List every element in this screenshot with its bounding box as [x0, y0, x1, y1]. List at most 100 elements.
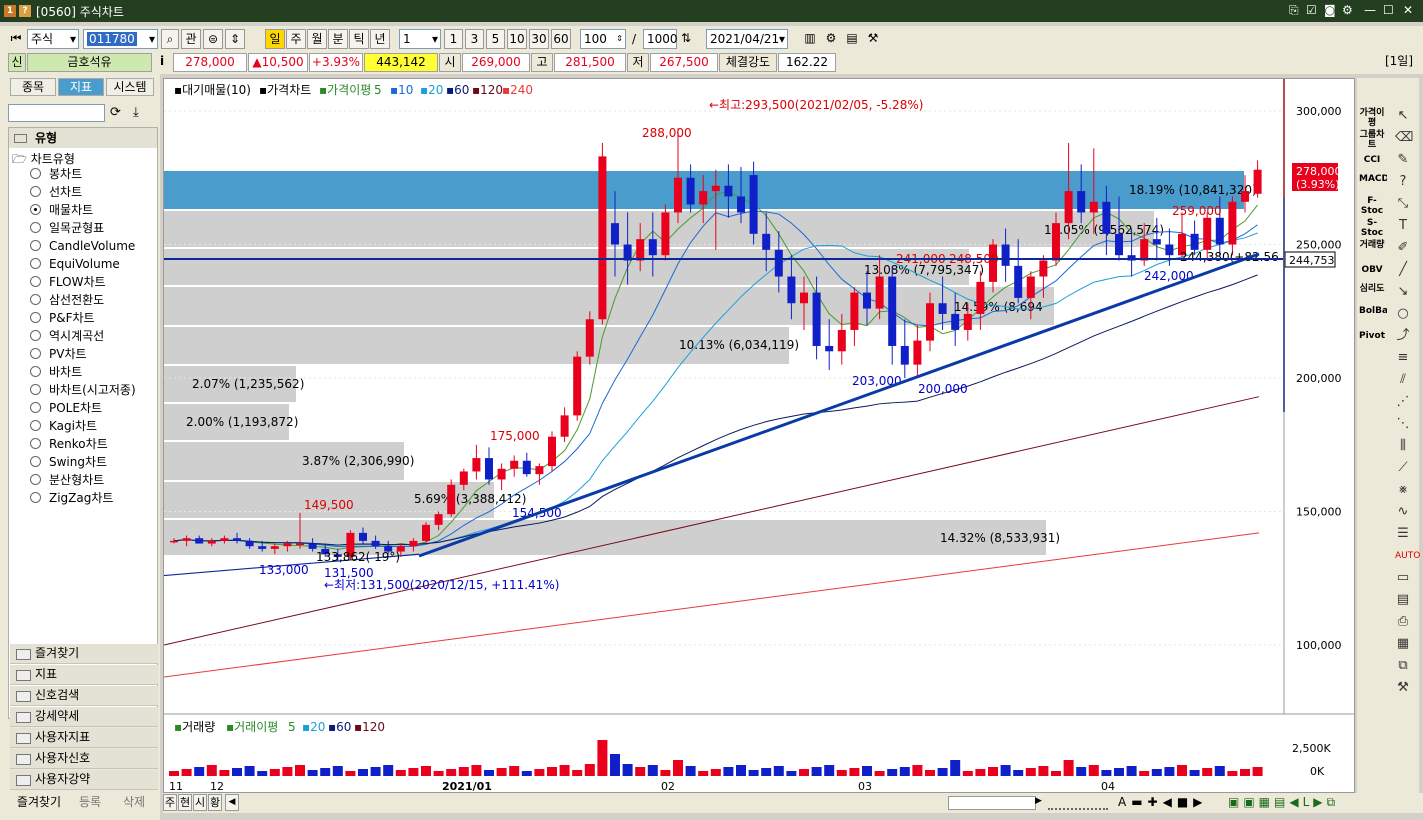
tab-stock[interactable]: 종목 [10, 78, 56, 96]
close-icon[interactable]: ✕ [1403, 3, 1413, 17]
group-indicator[interactable]: 지표 [10, 665, 158, 685]
candle-body[interactable] [661, 212, 670, 256]
candle-body[interactable] [976, 281, 985, 314]
candle-body[interactable] [510, 460, 519, 469]
gwan-button[interactable]: 관 [181, 29, 201, 49]
chart-type-9[interactable]: 역시계곡선 [30, 327, 104, 345]
line-icon[interactable]: ╱ [1395, 262, 1411, 278]
tab-system[interactable]: 시스템 [106, 78, 154, 96]
candle-body[interactable] [787, 276, 796, 304]
wave-icon[interactable]: ∿ [1395, 504, 1411, 520]
candle-body[interactable] [1026, 276, 1035, 298]
candle-body[interactable] [535, 466, 544, 475]
candle-body[interactable] [1001, 244, 1010, 266]
candle-body[interactable] [900, 345, 909, 365]
settings-icon[interactable]: ⚙ [822, 29, 840, 49]
pivot-button[interactable]: Pivot [1359, 331, 1385, 341]
spin-icon[interactable]: ⇕ [616, 30, 623, 48]
quadrant-icon[interactable]: ☰ [1395, 526, 1411, 542]
candle-body[interactable] [648, 239, 657, 256]
scroll-left-icon[interactable]: ◀ [225, 794, 239, 811]
candle-body[interactable] [686, 177, 695, 205]
group-user-strength[interactable]: 사용자강약 [10, 770, 158, 790]
chart-svg[interactable]: 18.19% (10,841,320)16.05% (9,562,574)13.… [164, 79, 1354, 792]
chart-type-14[interactable]: Kagi차트 [30, 417, 97, 435]
candle-body[interactable] [233, 538, 241, 541]
candle-body[interactable] [762, 233, 771, 250]
candle-body[interactable] [422, 524, 430, 541]
tools-icon[interactable]: ⚒ [864, 29, 882, 49]
period-week[interactable]: 주 [286, 29, 306, 49]
first-icon[interactable]: ⏮ [8, 29, 24, 49]
view-controls[interactable]: ▣▣▦▤◀L▶⧉ [1228, 795, 1339, 810]
candle-body[interactable] [1077, 191, 1086, 213]
candle-body[interactable] [522, 460, 531, 475]
candle-body[interactable] [825, 345, 834, 352]
period-tick[interactable]: 틱 [349, 29, 369, 49]
market-select[interactable]: 주식 ▾ [27, 29, 79, 49]
period-day[interactable]: 일 [265, 29, 285, 49]
candle-body[interactable] [245, 540, 254, 547]
cursor-icon[interactable]: ↖ [1395, 108, 1411, 124]
andrew-icon[interactable]: ⨳ [1395, 482, 1411, 498]
chart-type-18[interactable]: ZigZag차트 [30, 489, 113, 507]
print-icon[interactable]: ⎙ [1395, 614, 1411, 630]
candle-body[interactable] [258, 546, 267, 549]
tab-indicator[interactable]: 지표 [58, 78, 104, 96]
chart-type-12[interactable]: 바차트(시고저종) [30, 381, 136, 399]
candle-body[interactable] [963, 313, 972, 330]
candle-body[interactable] [485, 458, 493, 480]
obv-button[interactable]: OBV [1359, 265, 1385, 275]
s-stoc-button[interactable]: S-Stoc [1359, 218, 1385, 238]
candle-body[interactable] [207, 540, 216, 544]
compare-icon[interactable]: ⧉ [1395, 658, 1411, 674]
candle-body[interactable] [195, 538, 204, 544]
chart-type-7[interactable]: 삼선전환도 [30, 291, 104, 309]
chart-type-5[interactable]: EquiVolume [30, 255, 120, 273]
nav-controls[interactable]: A▬✚◀■▶ [1118, 795, 1207, 809]
total-input[interactable]: 1000 [643, 29, 678, 49]
register-button[interactable]: 등록 [70, 793, 110, 811]
count-input[interactable]: 100 ⇕ [580, 29, 626, 49]
candle-body[interactable] [447, 484, 456, 515]
candle-body[interactable] [308, 543, 317, 549]
chart-type-8[interactable]: P&F차트 [30, 309, 95, 327]
speed-icon[interactable]: ⟋ [1395, 460, 1411, 476]
candle-body[interactable] [1089, 201, 1098, 213]
volume-indicator-button[interactable]: 거래량 [1359, 240, 1385, 250]
group-user-indicator[interactable]: 사용자지표 [10, 728, 158, 748]
candle-body[interactable] [926, 303, 934, 341]
quick-10[interactable]: 10 [507, 29, 527, 49]
candle-body[interactable] [220, 538, 229, 541]
candle-body[interactable] [296, 543, 304, 546]
candle-body[interactable] [888, 276, 897, 346]
macd-button[interactable]: MACD [1359, 174, 1389, 184]
candle-body[interactable] [875, 276, 884, 309]
minimize-icon[interactable]: — [1364, 3, 1376, 17]
chart-type-6[interactable]: FLOW차트 [30, 273, 106, 291]
candle-body[interactable] [850, 292, 859, 330]
candle-body[interactable] [371, 540, 380, 547]
gear-icon[interactable]: ⚙ [1342, 3, 1353, 17]
bottom-tab-current[interactable]: 현 [178, 794, 192, 811]
save-icon[interactable]: ▤ [843, 29, 861, 49]
candle-body[interactable] [573, 356, 582, 416]
fibo-icon[interactable]: ≡ [1395, 350, 1411, 366]
chart-type-11[interactable]: 바차트 [30, 363, 82, 381]
ma-indicator-button[interactable]: 가격이평 [1359, 108, 1385, 128]
chart-panel[interactable]: 18.19% (10,841,320) 16.05% (9,562,574) 13.… [163, 78, 1355, 793]
zoom-slider[interactable] [1048, 796, 1108, 810]
pen-icon[interactable]: ✐ [1395, 240, 1411, 256]
candle-body[interactable] [598, 156, 607, 320]
chart-type-13[interactable]: POLE차트 [30, 399, 102, 417]
candle-body[interactable] [1064, 191, 1073, 224]
bolband-button[interactable]: BolBand [1359, 306, 1401, 316]
channel-icon[interactable]: ⫽ [1395, 372, 1411, 388]
candle-body[interactable] [1241, 191, 1249, 202]
zoom-icon[interactable]: ⤡ [1395, 196, 1411, 212]
candle-body[interactable] [611, 223, 619, 245]
circle-icon[interactable]: ○ [1395, 306, 1411, 322]
candle-body[interactable] [1052, 223, 1060, 261]
arrow-line-icon[interactable]: ↘ [1395, 284, 1411, 300]
candle-body[interactable] [1140, 239, 1149, 261]
